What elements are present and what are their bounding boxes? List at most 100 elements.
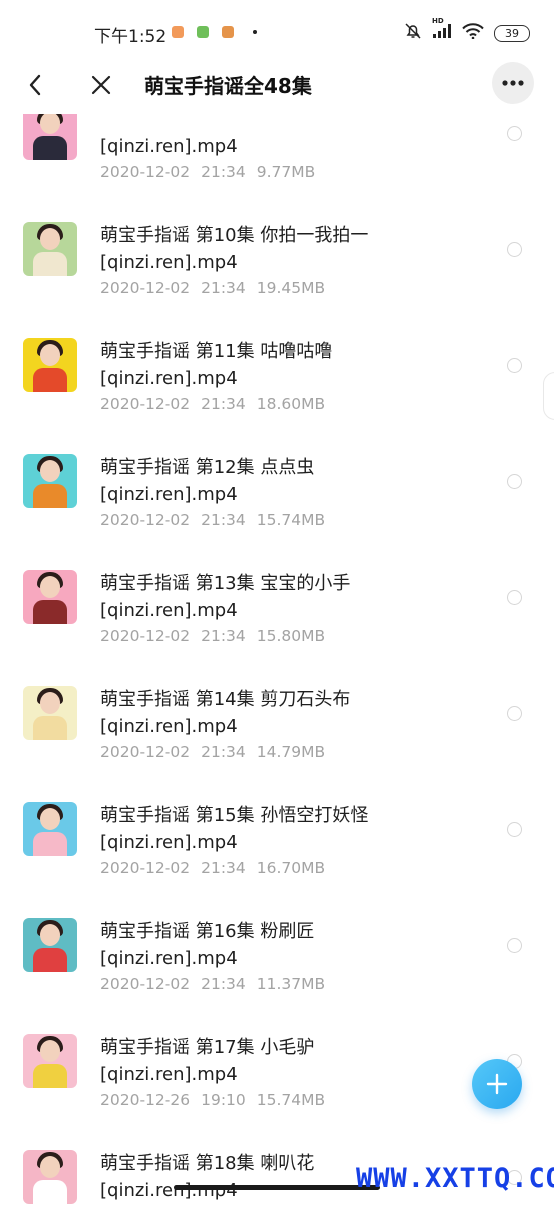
back-button[interactable] [20,70,50,100]
file-row[interactable]: 萌宝手指谣 第13集 宝宝的小手 [qinzi.ren].mp4 2020-12-0… [0,536,554,652]
navigation-bar: 萌宝手指谣全48集 [0,56,554,114]
thumbnail-figure-body [33,1180,67,1204]
file-date: 2020-12-02 [100,163,191,181]
more-dots-icon [502,80,524,86]
add-button[interactable] [472,1059,522,1109]
video-thumbnail [23,1034,77,1088]
file-date: 2020-12-26 [100,1091,191,1109]
select-checkbox[interactable] [507,474,522,489]
file-row[interactable]: 萌宝手指谣 第11集 咕噜咕噜 [qinzi.ren].mp4 2020-12-02… [0,304,554,420]
close-button[interactable] [86,70,116,100]
file-size: 14.79MB [256,743,326,761]
file-time: 21:34 [201,511,246,529]
file-time: 21:34 [201,163,246,181]
select-checkbox[interactable] [507,706,522,721]
file-time: 21:34 [201,859,246,877]
thumbnail-figure-body [33,832,67,856]
file-date: 2020-12-02 [100,743,191,761]
watermark: WWW.XXTTQ.COM [356,1163,554,1194]
video-thumbnail [23,338,77,392]
file-name-line1: 萌宝手指谣 第10集 你拍一我拍一 [100,225,369,246]
file-date: 2020-12-02 [100,975,191,993]
file-time: 21:34 [201,279,246,297]
file-time: 21:34 [201,627,246,645]
thumbnail-figure-head [40,1040,60,1062]
file-row[interactable]: 萌宝手指谣 第17集 小毛驴 [qinzi.ren].mp4 2020-12-26 1… [0,1000,554,1116]
video-thumbnail [23,802,77,856]
file-row[interactable]: 萌宝手指谣 第10集 你拍一我拍一 [qinzi.ren].mp4 2020-12-… [0,188,554,304]
video-thumbnail [23,918,77,972]
file-size: 16.70MB [256,859,326,877]
side-drawer-handle[interactable] [543,372,554,420]
thumbnail-figure-head [40,460,60,482]
file-meta: 2020-12-02 21:34 15.74MB [100,511,325,529]
thumbnail-figure-head [40,228,60,250]
file-name-line2: [qinzi.ren].mp4 [100,600,238,621]
file-row[interactable]: 萌宝手指谣 第15集 孙悟空打妖怪 [qinzi.ren].mp4 2020-12-… [0,768,554,884]
file-time: 21:34 [201,743,246,761]
file-name-line1: 萌宝手指谣 第14集 剪刀石头布 [100,689,351,710]
file-name-line1: 萌宝手指谣 第15集 孙悟空打妖怪 [100,805,369,826]
close-icon [91,75,111,95]
select-checkbox[interactable] [507,126,522,141]
file-name-line1: 萌宝手指谣 第12集 点点虫 [100,457,315,478]
thumbnail-figure-head [40,576,60,598]
file-date: 2020-12-02 [100,395,191,413]
file-meta: 2020-12-02 21:34 9.77MB [100,163,315,181]
file-time: 21:34 [201,395,246,413]
thumbnail-figure-head [40,1156,60,1178]
file-size: 15.74MB [256,511,326,529]
thumbnail-figure-head [40,692,60,714]
file-size: 9.77MB [256,163,316,181]
file-name-line1: 萌宝手指谣 第16集 粉刷匠 [100,921,315,942]
file-size: 15.74MB [256,1091,326,1109]
video-thumbnail [23,222,77,276]
file-name-line1: 萌宝手指谣 第13集 宝宝的小手 [100,573,351,594]
thumbnail-figure-body [33,948,67,972]
select-checkbox[interactable] [507,822,522,837]
file-meta: 2020-12-26 19:10 15.74MB [100,1091,325,1109]
thumbnail-figure-head [40,112,60,134]
video-thumbnail [23,454,77,508]
file-name-line2: [qinzi.ren].mp4 [100,1064,238,1085]
thumbnail-figure-body [33,136,67,160]
file-row[interactable]: 萌宝手指谣 第14集 剪刀石头布 [qinzi.ren].mp4 2020-12-0… [0,652,554,768]
file-name-line2: [qinzi.ren].mp4 [100,948,238,969]
file-row[interactable]: 萌宝手指谣 第16集 粉刷匠 [qinzi.ren].mp4 2020-12-02 2… [0,884,554,1000]
file-name-line2: [qinzi.ren].mp4 [100,484,238,505]
thumbnail-figure-body [33,484,67,508]
file-date: 2020-12-02 [100,511,191,529]
file-name-line1: 萌宝手指谣 第18集 喇叭花 [100,1153,315,1174]
file-size: 18.60MB [256,395,326,413]
thumbnail-figure-body [33,716,67,740]
file-time: 21:34 [201,975,246,993]
file-name-line2: [qinzi.ren].mp4 [100,252,238,273]
file-size: 19.45MB [256,279,326,297]
file-meta: 2020-12-02 21:34 16.70MB [100,859,325,877]
more-options-button[interactable] [492,62,534,104]
file-time: 19:10 [201,1091,246,1109]
file-row[interactable]: 萌宝手指谣 第12集 点点虫 [qinzi.ren].mp4 2020-12-02 2… [0,420,554,536]
thumbnail-figure-head [40,344,60,366]
thumbnail-figure-head [40,808,60,830]
file-meta: 2020-12-02 21:34 15.80MB [100,627,325,645]
plus-icon [486,1073,508,1095]
thumbnail-figure-body [33,368,67,392]
file-size: 15.80MB [256,627,326,645]
file-meta: 2020-12-02 21:34 14.79MB [100,743,325,761]
thumbnail-figure-head [40,924,60,946]
select-checkbox[interactable] [507,938,522,953]
file-meta: 2020-12-02 21:34 19.45MB [100,279,325,297]
file-date: 2020-12-02 [100,279,191,297]
file-name-line2: [qinzi.ren].mp4 [100,368,238,389]
select-checkbox[interactable] [507,242,522,257]
file-name-line2: [qinzi.ren].mp4 [100,716,238,737]
file-name-line2: [qinzi.ren].mp4 [100,832,238,853]
file-name-line1: 萌宝手指谣 第17集 小毛驴 [100,1037,315,1058]
select-checkbox[interactable] [507,358,522,373]
thumbnail-figure-body [33,252,67,276]
file-date: 2020-12-02 [100,627,191,645]
thumbnail-figure-body [33,1064,67,1088]
home-indicator[interactable] [174,1185,380,1190]
select-checkbox[interactable] [507,590,522,605]
